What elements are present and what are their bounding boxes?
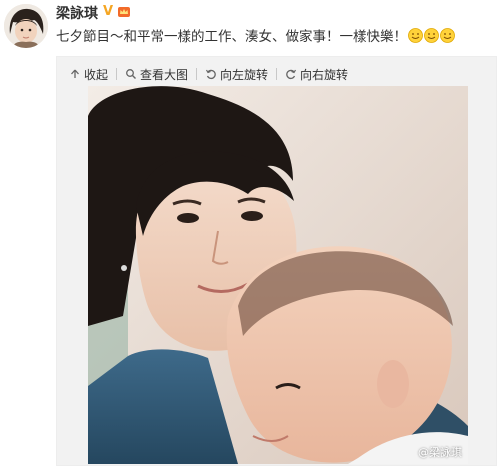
view-large-button[interactable]: 查看大图 — [125, 65, 188, 83]
rotate-right-label: 向右旋转 — [300, 67, 349, 82]
rotate-left-icon — [206, 69, 216, 80]
user-avatar[interactable] — [4, 4, 48, 48]
photo-image — [88, 86, 468, 464]
rotate-left-button[interactable]: 向左旋转 — [205, 65, 268, 83]
smile-emoji-icon — [408, 28, 423, 43]
watermark-text: @梁詠琪 — [418, 446, 462, 459]
post-text: 七夕節目～和平常一樣的工作、湊女、做家事！一樣快樂！ — [56, 28, 455, 46]
smile-emoji-icon — [440, 28, 455, 43]
rotate-right-button[interactable]: 向右旋转 — [285, 65, 348, 83]
verified-icon[interactable]: V — [103, 5, 116, 18]
view-large-label: 查看大图 — [140, 67, 189, 82]
collapse-button[interactable]: 收起 — [69, 65, 108, 83]
smile-emoji-icon — [424, 28, 439, 43]
post-text-content: 七夕節目～和平常一樣的工作、湊女、做家事！一樣快樂！ — [56, 29, 407, 45]
post-photo[interactable]: @梁詠琪 — [88, 86, 468, 464]
magnifier-icon — [126, 69, 137, 79]
rotate-left-label: 向左旋转 — [220, 67, 269, 82]
username[interactable]: 梁詠琪 — [56, 5, 98, 23]
image-toolbar: 收起 查看大图 向左旋转 向右旋转 — [69, 65, 348, 83]
rotate-right-icon — [286, 69, 297, 80]
toolbar-divider — [276, 68, 278, 80]
toolbar-divider — [196, 68, 198, 80]
media-box: 收起 查看大图 向左旋转 向右旋转 @梁詠琪 — [56, 56, 497, 466]
toolbar-divider — [116, 68, 118, 80]
photo-watermark: @梁詠琪 — [418, 444, 462, 460]
emoji-group — [407, 28, 455, 45]
member-crown-icon[interactable] — [117, 4, 131, 18]
collapse-label: 收起 — [84, 67, 109, 82]
collapse-icon — [71, 69, 79, 78]
